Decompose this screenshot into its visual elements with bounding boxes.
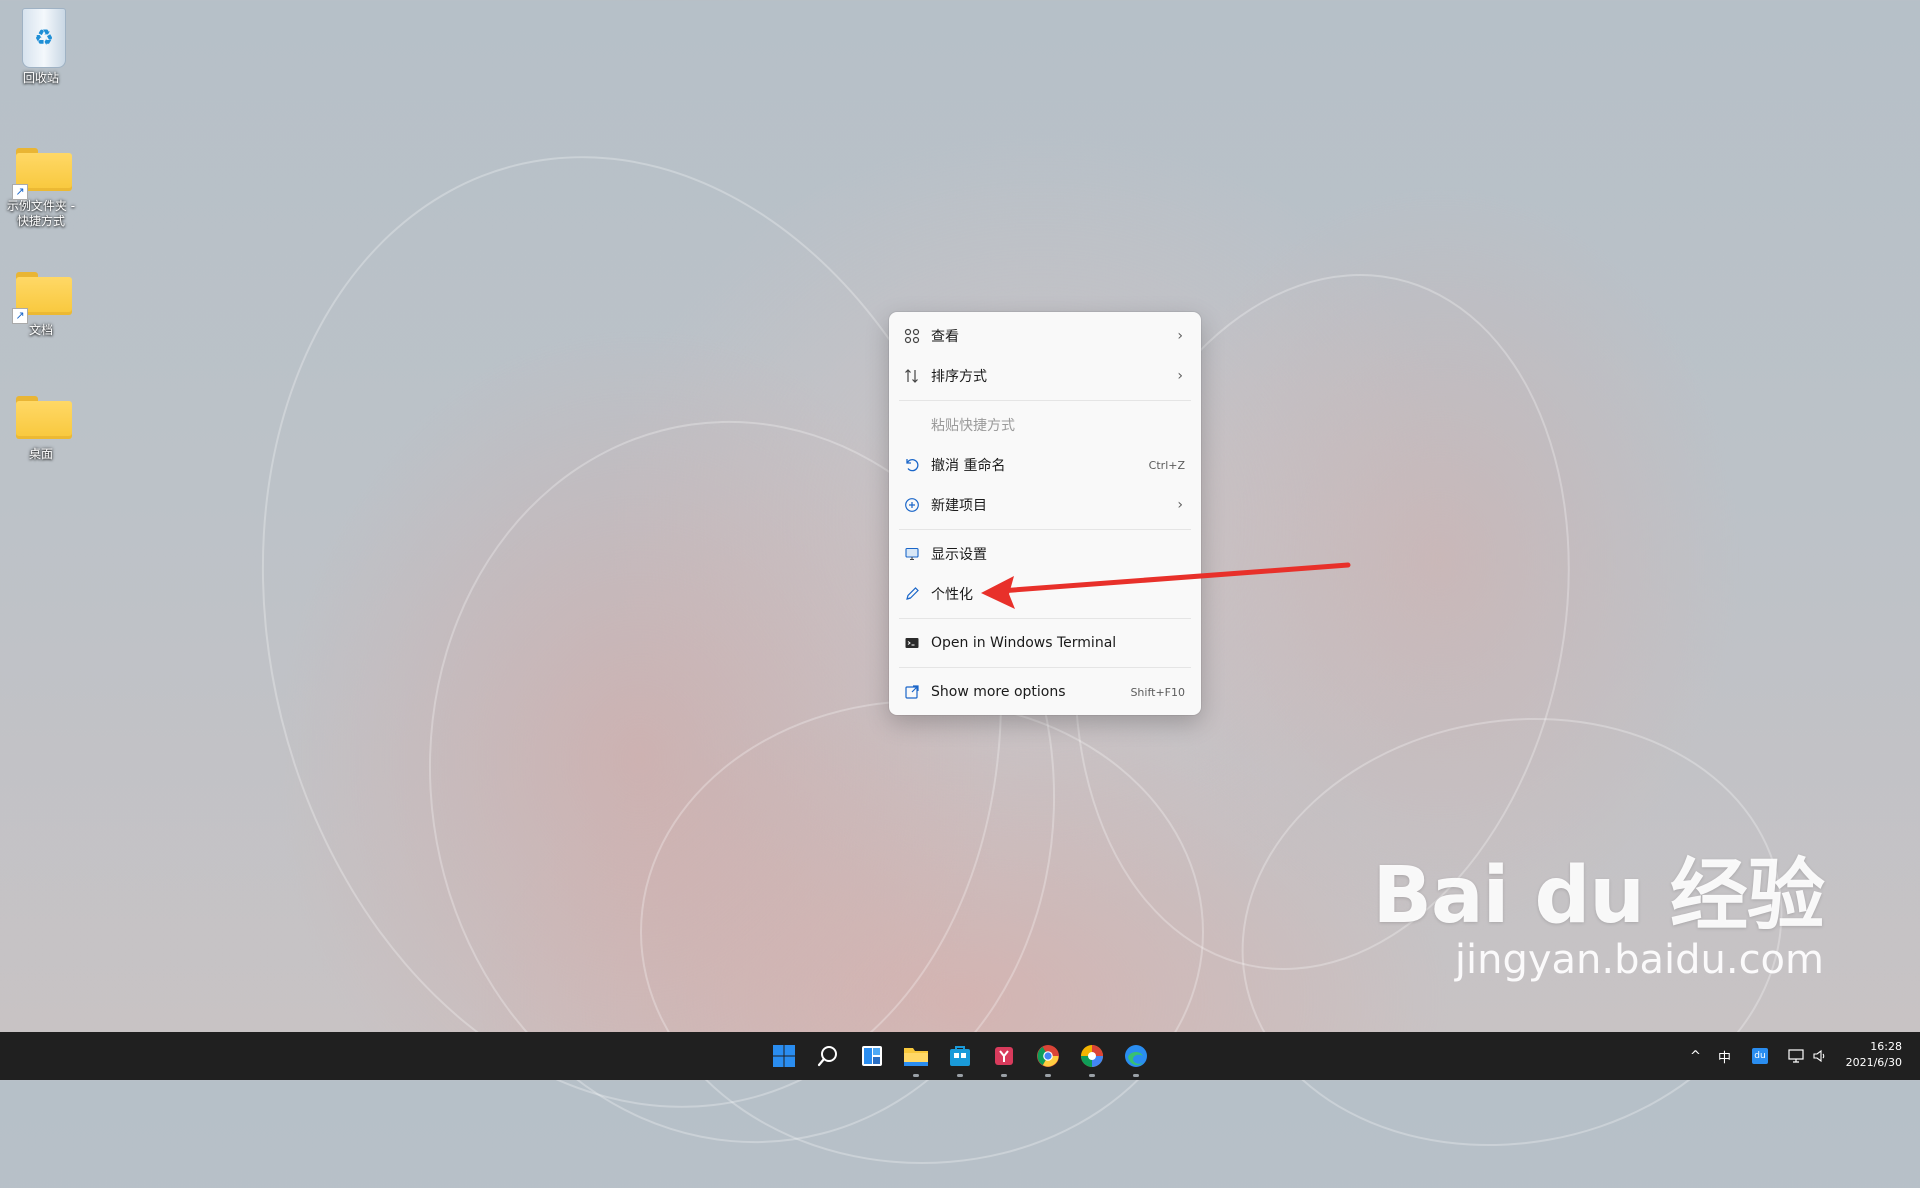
clock-date: 2021/6/30 bbox=[1845, 1056, 1902, 1069]
chrome-icon[interactable] bbox=[1032, 1040, 1064, 1077]
office-icon[interactable] bbox=[988, 1040, 1020, 1077]
photos-icon[interactable] bbox=[1076, 1040, 1108, 1077]
annotation-arrow bbox=[981, 562, 1351, 609]
baidu-tray-icon[interactable]: du bbox=[1752, 1032, 1768, 1080]
start-icon[interactable] bbox=[768, 1040, 800, 1072]
clock-time: 16:28 bbox=[1870, 1040, 1902, 1053]
chevron-up-icon: ^ bbox=[1690, 1048, 1701, 1064]
du-icon: du bbox=[1752, 1048, 1768, 1064]
taskbar-clock[interactable]: 16:28 2021/6/30 bbox=[1846, 1039, 1902, 1071]
ime-indicator[interactable]: 中 bbox=[1718, 1032, 1731, 1080]
taskbar: ^ 中 du 16:28 2021/6/30 bbox=[0, 1032, 1920, 1080]
search-icon[interactable] bbox=[812, 1040, 844, 1072]
edge-icon[interactable] bbox=[1120, 1040, 1152, 1077]
file-explorer-icon[interactable] bbox=[900, 1040, 932, 1077]
volume-icon[interactable] bbox=[1813, 1032, 1827, 1080]
store-icon[interactable] bbox=[944, 1040, 976, 1077]
widgets-icon[interactable] bbox=[856, 1040, 888, 1072]
show-hidden-icons-button[interactable]: ^ bbox=[1690, 1032, 1701, 1080]
network-icon[interactable] bbox=[1788, 1032, 1804, 1080]
